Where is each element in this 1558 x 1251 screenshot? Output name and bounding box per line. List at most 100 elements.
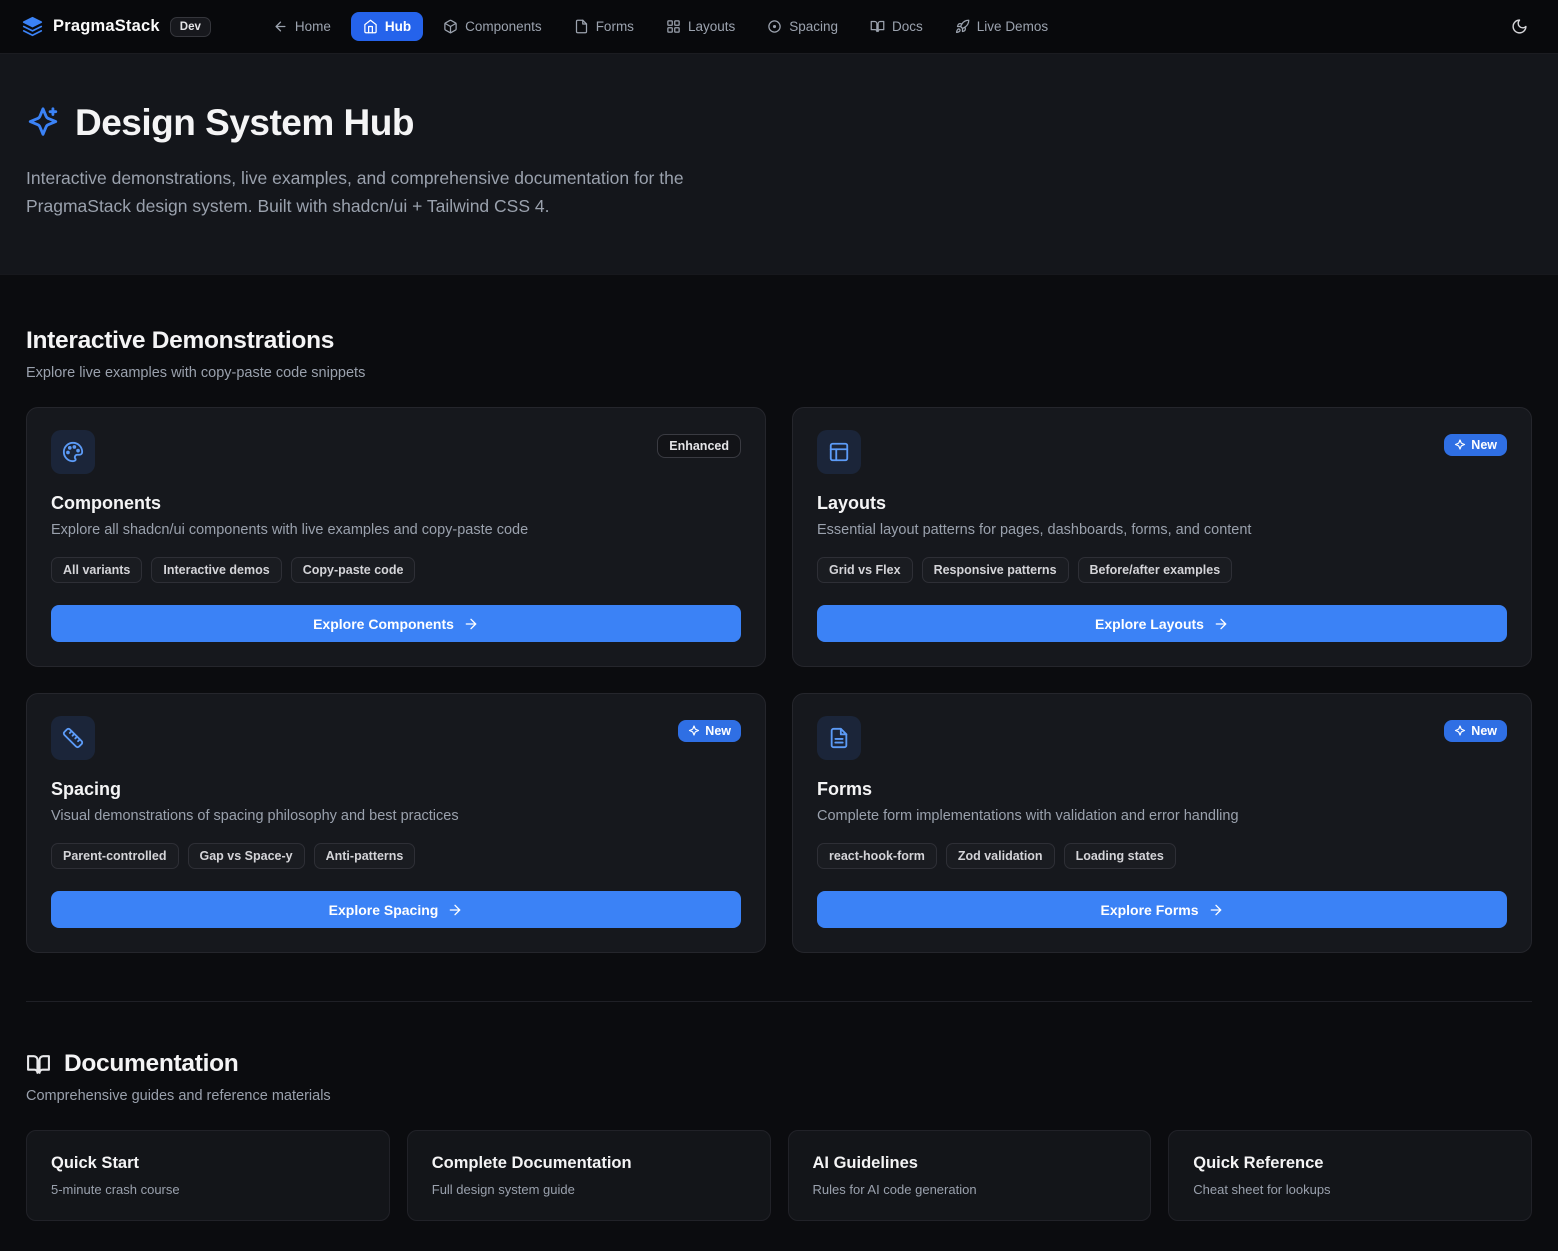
ruler-icon [51, 716, 95, 760]
explore-spacing-button[interactable]: Explore Spacing [51, 891, 741, 928]
layout-panels-icon [817, 430, 861, 474]
nav-item-spacing[interactable]: Spacing [755, 12, 850, 41]
navbar: PragmaStack Dev Home Hub Components Form… [0, 0, 1558, 54]
tag: Before/after examples [1078, 557, 1233, 583]
card-title: Layouts [817, 493, 1507, 514]
tag: Copy-paste code [291, 557, 416, 583]
house-icon [363, 19, 378, 34]
explore-layouts-button[interactable]: Explore Layouts [817, 605, 1507, 642]
nav-item-components[interactable]: Components [431, 12, 554, 41]
doc-card-description: Cheat sheet for lookups [1193, 1182, 1507, 1197]
tag: All variants [51, 557, 142, 583]
main-nav: Home Hub Components Forms Layouts Spacin… [261, 12, 1060, 41]
sparkles-icon [1454, 725, 1466, 737]
button-label: Explore Forms [1100, 902, 1198, 918]
tag: Gap vs Space-y [188, 843, 305, 869]
button-label: Explore Spacing [329, 902, 439, 918]
nav-item-layouts[interactable]: Layouts [654, 12, 747, 41]
tag: react-hook-form [817, 843, 937, 869]
card-description: Visual demonstrations of spacing philoso… [51, 808, 741, 824]
doc-card-complete-documentation[interactable]: Complete Documentation Full design syste… [407, 1130, 771, 1221]
nav-item-hub[interactable]: Hub [351, 12, 423, 41]
nav-item-label: Layouts [688, 19, 735, 34]
demos-section-subtitle: Explore live examples with copy-paste co… [26, 365, 1532, 381]
badge-label: New [1471, 438, 1497, 452]
nav-item-label: Forms [596, 19, 634, 34]
main-content: Interactive Demonstrations Explore live … [0, 275, 1558, 1251]
demos-section-title: Interactive Demonstrations [26, 327, 1532, 355]
nav-item-live-demos[interactable]: Live Demos [943, 12, 1060, 41]
demo-cards-grid: Enhanced Components Explore all shadcn/u… [26, 407, 1532, 953]
button-label: Explore Components [313, 616, 454, 632]
card-title: Forms [817, 779, 1507, 800]
enhanced-badge: Enhanced [657, 434, 741, 458]
tag: Zod validation [946, 843, 1055, 869]
arrow-right-icon [1208, 902, 1224, 918]
theme-toggle-button[interactable] [1503, 10, 1536, 43]
badge-label: New [1471, 724, 1497, 738]
page-title: Design System Hub [75, 102, 414, 144]
tag: Grid vs Flex [817, 557, 913, 583]
tag-list: Grid vs Flex Responsive patterns Before/… [817, 557, 1507, 583]
docs-section-title: Documentation [64, 1050, 238, 1078]
docs-section-subtitle: Comprehensive guides and reference mater… [26, 1088, 1532, 1104]
card-title: Components [51, 493, 741, 514]
new-badge: New [1444, 434, 1507, 456]
brand-group: PragmaStack Dev [22, 16, 211, 37]
sparkles-icon [26, 106, 60, 140]
card-description: Complete form implementations with valid… [817, 808, 1507, 824]
file-icon [574, 19, 589, 34]
tag-list: react-hook-form Zod validation Loading s… [817, 843, 1507, 869]
book-open-icon [26, 1052, 51, 1077]
arrow-right-icon [1213, 616, 1229, 632]
doc-cards-grid: Quick Start 5-minute crash course Comple… [26, 1130, 1532, 1221]
explore-components-button[interactable]: Explore Components [51, 605, 741, 642]
new-badge: New [678, 720, 741, 742]
brand-name: PragmaStack [53, 17, 160, 36]
interactive-demos-section: Interactive Demonstrations Explore live … [26, 275, 1532, 953]
book-icon [870, 19, 885, 34]
arrow-right-icon [463, 616, 479, 632]
dev-badge: Dev [170, 17, 211, 37]
doc-card-quick-reference[interactable]: Quick Reference Cheat sheet for lookups [1168, 1130, 1532, 1221]
nav-item-label: Components [465, 19, 542, 34]
nav-item-label: Home [295, 19, 331, 34]
badge-label: New [705, 724, 731, 738]
box-icon [443, 19, 458, 34]
hero-section: Design System Hub Interactive demonstrat… [0, 54, 1558, 275]
doc-card-title: AI Guidelines [813, 1154, 1127, 1173]
doc-card-description: 5-minute crash course [51, 1182, 365, 1197]
tag: Parent-controlled [51, 843, 179, 869]
demo-card-forms: New Forms Complete form implementations … [792, 693, 1532, 953]
card-description: Essential layout patterns for pages, das… [817, 522, 1507, 538]
tag: Interactive demos [151, 557, 281, 583]
page-subtitle: Interactive demonstrations, live example… [26, 164, 771, 220]
nav-item-home[interactable]: Home [261, 12, 343, 41]
nav-item-label: Hub [385, 19, 411, 34]
nav-item-forms[interactable]: Forms [562, 12, 646, 41]
doc-card-quick-start[interactable]: Quick Start 5-minute crash course [26, 1130, 390, 1221]
explore-forms-button[interactable]: Explore Forms [817, 891, 1507, 928]
moon-icon [1511, 18, 1528, 35]
grid-icon [666, 19, 681, 34]
tag: Loading states [1064, 843, 1176, 869]
doc-card-title: Quick Reference [1193, 1154, 1507, 1173]
sparkles-icon [1454, 439, 1466, 451]
layers-logo-icon [22, 16, 43, 37]
rocket-icon [955, 19, 970, 34]
arrow-left-icon [273, 19, 288, 34]
doc-card-ai-guidelines[interactable]: AI Guidelines Rules for AI code generati… [788, 1130, 1152, 1221]
nav-item-docs[interactable]: Docs [858, 12, 935, 41]
new-badge: New [1444, 720, 1507, 742]
demo-card-spacing: New Spacing Visual demonstrations of spa… [26, 693, 766, 953]
tag-list: Parent-controlled Gap vs Space-y Anti-pa… [51, 843, 741, 869]
nav-item-label: Live Demos [977, 19, 1048, 34]
sparkles-icon [688, 725, 700, 737]
palette-icon [51, 430, 95, 474]
doc-card-description: Full design system guide [432, 1182, 746, 1197]
doc-card-description: Rules for AI code generation [813, 1182, 1127, 1197]
circle-icon [767, 19, 782, 34]
nav-item-label: Spacing [789, 19, 838, 34]
documentation-section: Documentation Comprehensive guides and r… [26, 1002, 1532, 1221]
card-title: Spacing [51, 779, 741, 800]
